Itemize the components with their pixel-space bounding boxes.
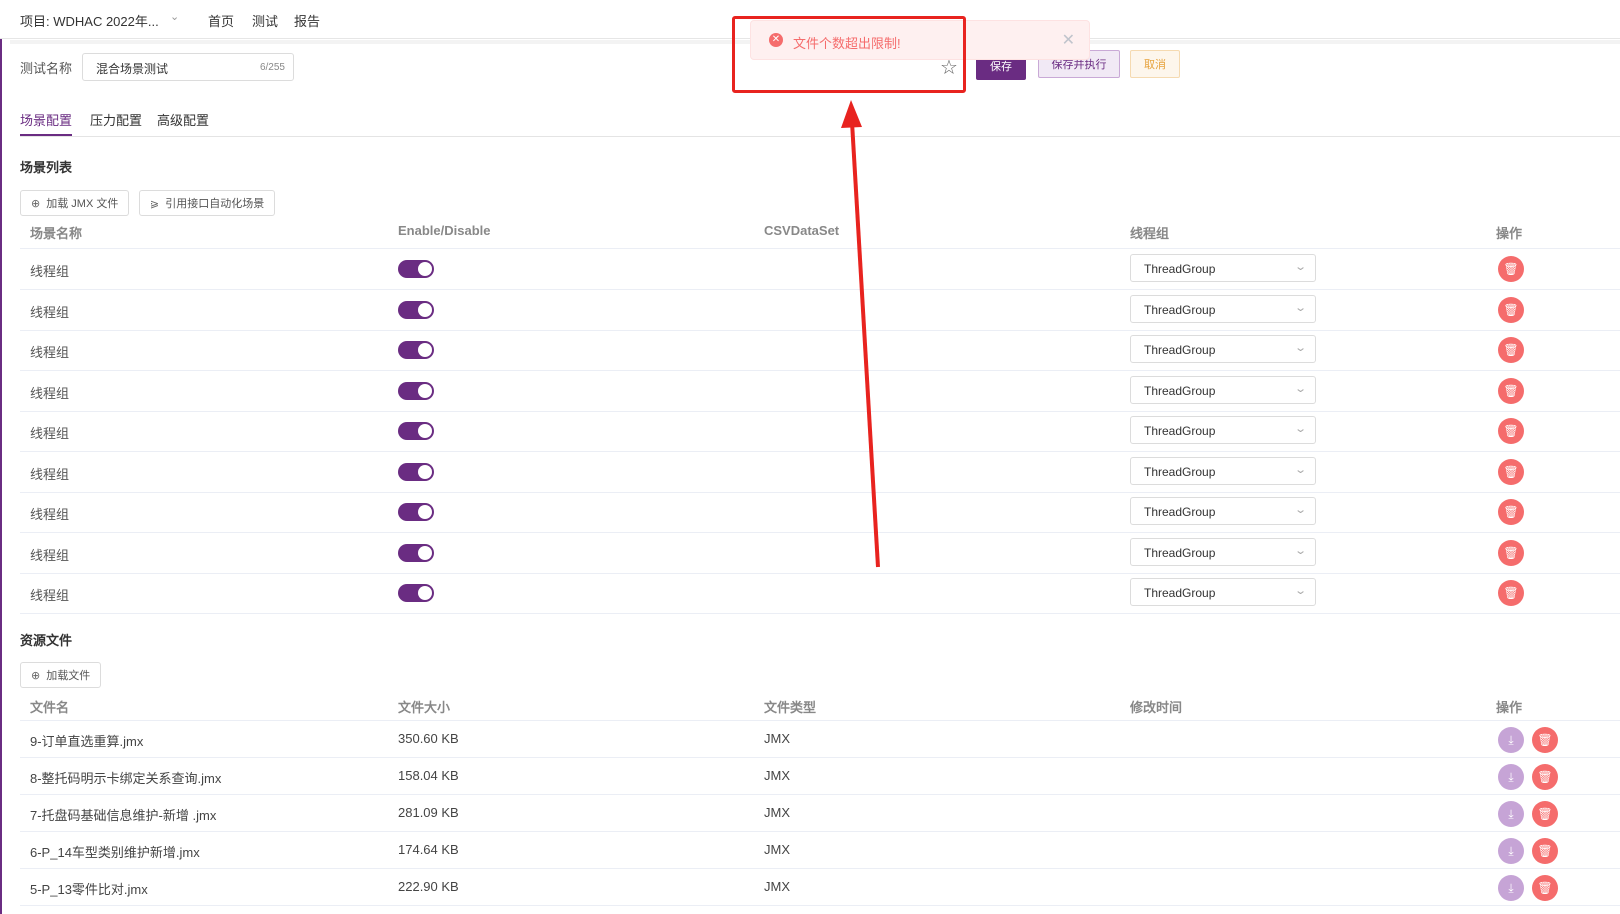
annotation-arrow xyxy=(841,100,880,568)
